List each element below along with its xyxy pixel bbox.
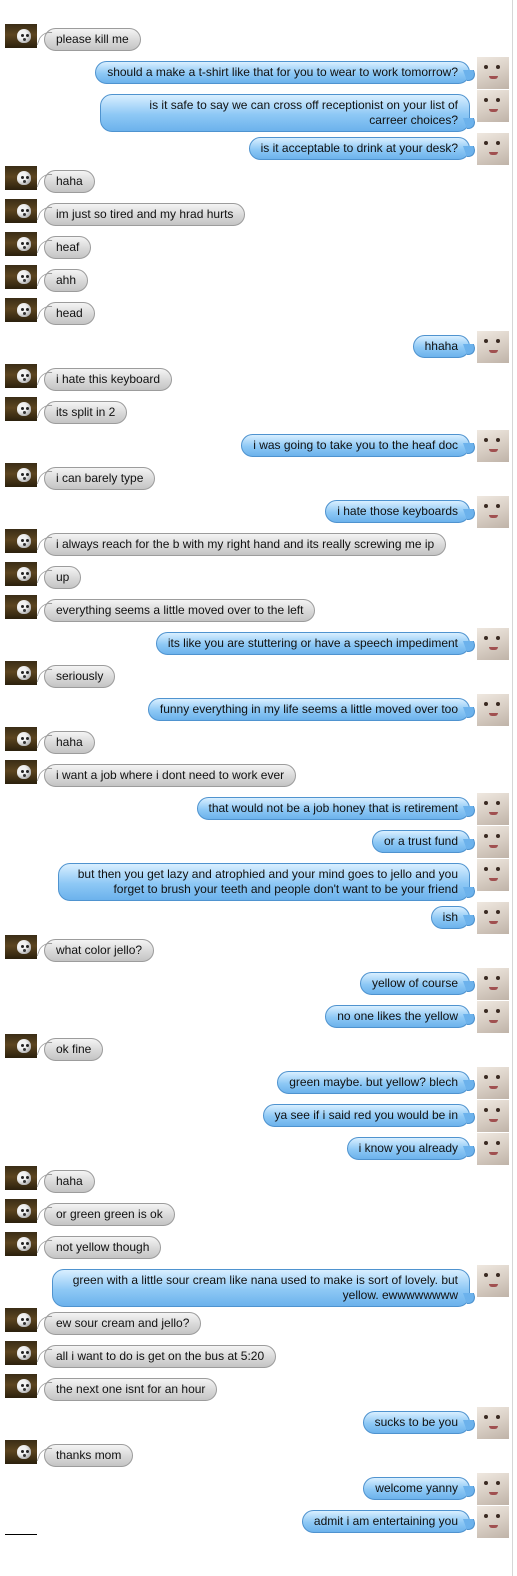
incoming-message-bubble: its split in 2: [44, 401, 128, 424]
user-avatar: [477, 430, 509, 462]
outgoing-message-bubble: should a make a t-shirt like that for yo…: [95, 61, 470, 84]
outgoing-message-bubble: i hate those keyboards: [325, 500, 470, 523]
user-avatar: [477, 90, 509, 122]
outgoing-message-bubble: no one likes the yellow: [325, 1005, 470, 1028]
incoming-message-bubble: heaf: [44, 236, 92, 259]
contact-avatar: [5, 1308, 37, 1332]
outgoing-message-bubble: funny everything in my life seems a litt…: [147, 698, 470, 721]
incoming-message-bubble: seriously: [44, 665, 116, 688]
contact-avatar: [5, 595, 37, 619]
contact-avatar: [5, 760, 37, 784]
contact-avatar: [5, 24, 37, 48]
user-avatar: [477, 1001, 509, 1033]
outgoing-message-bubble: green maybe. but yellow? blech: [277, 1071, 470, 1094]
incoming-message-bubble: haha: [44, 731, 95, 754]
outgoing-message-bubble: welcome yanny: [363, 1477, 470, 1500]
outgoing-message-bubble: that would not be a job honey that is re…: [196, 797, 470, 820]
contact-avatar: [5, 1341, 37, 1365]
user-avatar: [477, 694, 509, 726]
contact-avatar: [5, 1374, 37, 1398]
incoming-message-bubble: or green green is ok: [44, 1203, 175, 1226]
outgoing-message-bubble: or a trust fund: [371, 830, 470, 853]
outgoing-message-bubble: i was going to take you to the heaf doc: [241, 434, 470, 457]
contact-avatar: [5, 727, 37, 751]
divider: [5, 1534, 37, 1535]
user-avatar: [477, 1067, 509, 1099]
user-avatar: [477, 57, 509, 89]
outgoing-message-bubble: admit i am entertaining you: [301, 1510, 470, 1533]
contact-avatar: [5, 1440, 37, 1464]
user-avatar: [477, 331, 509, 363]
outgoing-message-bubble: green with a little sour cream like nana…: [52, 1269, 470, 1307]
contact-avatar: [5, 298, 37, 322]
user-avatar: [477, 1506, 509, 1538]
user-avatar: [477, 628, 509, 660]
contact-avatar: [5, 1034, 37, 1058]
incoming-message-bubble: the next one isnt for an hour: [44, 1378, 218, 1401]
incoming-message-bubble: up: [44, 566, 82, 589]
incoming-message-bubble: im just so tired and my hrad hurts: [44, 203, 246, 226]
contact-avatar: [5, 265, 37, 289]
incoming-message-bubble: not yellow though: [44, 1236, 162, 1259]
outgoing-message-bubble: ya see if i said red you would be in: [262, 1104, 470, 1127]
incoming-message-bubble: everything seems a little moved over to …: [44, 599, 316, 622]
incoming-message-bubble: haha: [44, 170, 95, 193]
contact-avatar: [5, 397, 37, 421]
user-avatar: [477, 793, 509, 825]
user-avatar: [477, 902, 509, 934]
user-avatar: [477, 1100, 509, 1132]
user-avatar: [477, 1133, 509, 1165]
user-avatar: [477, 1265, 509, 1297]
contact-avatar: [5, 1232, 37, 1256]
incoming-message-bubble: ok fine: [44, 1038, 104, 1061]
outgoing-message-bubble: i know you already: [346, 1137, 470, 1160]
incoming-message-bubble: i can barely type: [44, 467, 156, 490]
incoming-message-bubble: haha: [44, 1170, 95, 1193]
incoming-message-bubble: all i want to do is get on the bus at 5:…: [44, 1345, 277, 1368]
contact-avatar: [5, 935, 37, 959]
outgoing-message-bubble: its like you are stuttering or have a sp…: [155, 632, 470, 655]
user-avatar: [477, 496, 509, 528]
user-avatar: [477, 1473, 509, 1505]
incoming-message-bubble: thanks mom: [44, 1444, 134, 1467]
incoming-message-bubble: what color jello?: [44, 939, 155, 962]
outgoing-message-bubble: but then you get lazy and atrophied and …: [58, 863, 470, 901]
user-avatar: [477, 1407, 509, 1439]
chat-transcript: please kill me should a make a t-shirt li…: [0, 0, 513, 1576]
contact-avatar: [5, 166, 37, 190]
user-avatar: [477, 826, 509, 858]
outgoing-message-bubble: yellow of course: [359, 972, 470, 995]
user-avatar: [477, 968, 509, 1000]
outgoing-message-bubble: sucks to be you: [362, 1411, 470, 1434]
incoming-message-bubble: i hate this keyboard: [44, 368, 173, 391]
incoming-message-bubble: please kill me: [44, 28, 141, 51]
incoming-message-bubble: i want a job where i dont need to work e…: [44, 764, 297, 787]
user-avatar: [477, 133, 509, 165]
contact-avatar: [5, 463, 37, 487]
outgoing-message-bubble: ish: [430, 906, 470, 929]
contact-avatar: [5, 199, 37, 223]
contact-avatar: [5, 364, 37, 388]
contact-avatar: [5, 661, 37, 685]
outgoing-message-bubble: is it acceptable to drink at your desk?: [248, 137, 470, 160]
contact-avatar: [5, 1166, 37, 1190]
incoming-message-bubble: ahh: [44, 269, 89, 292]
incoming-message-bubble: ew sour cream and jello?: [44, 1312, 202, 1335]
user-avatar: [477, 859, 509, 891]
outgoing-message-bubble: is it safe to say we can cross off recep…: [100, 94, 470, 132]
contact-avatar: [5, 1199, 37, 1223]
contact-avatar: [5, 232, 37, 256]
contact-avatar: [5, 562, 37, 586]
incoming-message-bubble: i always reach for the b with my right h…: [44, 533, 447, 556]
outgoing-message-bubble: hhaha: [412, 335, 470, 358]
contact-avatar: [5, 529, 37, 553]
incoming-message-bubble: head: [44, 302, 95, 325]
